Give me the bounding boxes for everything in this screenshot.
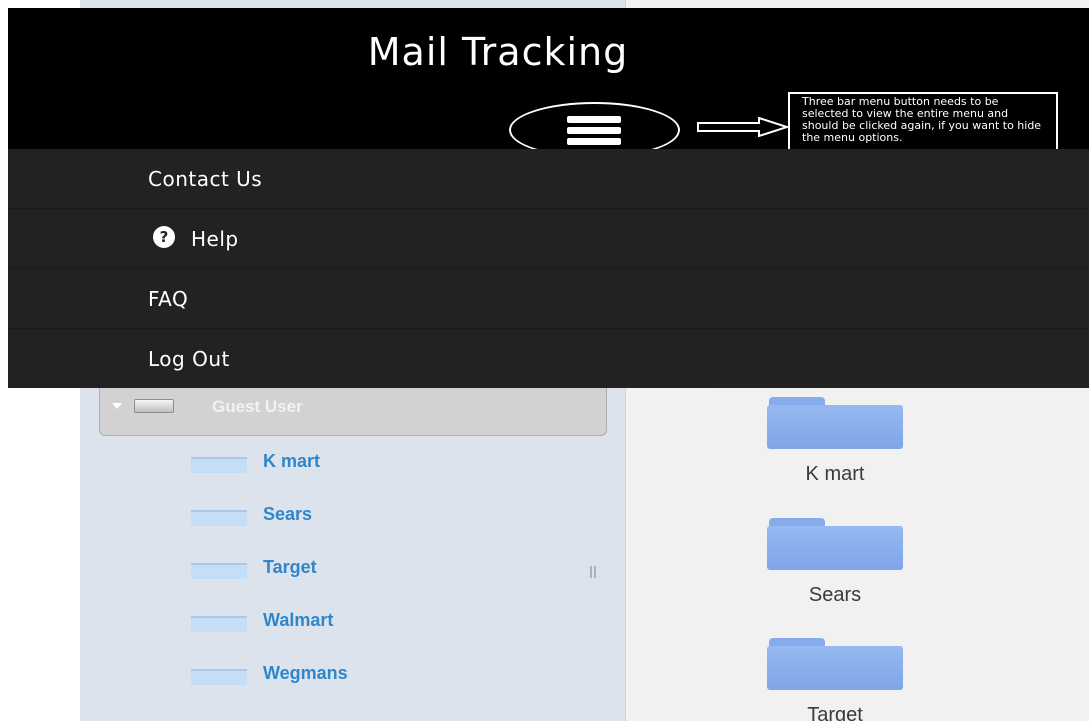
menu-item-contact-us[interactable]: Contact Us	[8, 149, 1089, 209]
hamburger-menu-icon	[567, 116, 621, 123]
menu-item-log-out[interactable]: Log Out	[8, 329, 1089, 389]
tree-item-label: Walmart	[263, 610, 334, 630]
tree-item-target[interactable]: Target	[191, 555, 511, 585]
tree-item-kmart[interactable]: K mart	[191, 449, 511, 479]
folder-icon	[191, 616, 247, 632]
folder-tile-label: Target	[807, 704, 863, 721]
splitter-grip-icon[interactable]	[590, 566, 596, 578]
menu-item-faq[interactable]: FAQ	[8, 269, 1089, 329]
drive-icon	[134, 399, 174, 413]
folder-icon	[191, 457, 247, 473]
folder-icon	[191, 563, 247, 579]
page-title: Mail Tracking	[367, 30, 629, 74]
help-icon: ?	[153, 226, 175, 248]
annotation-arrow-icon	[697, 117, 789, 137]
menu-item-label: Help	[191, 227, 239, 251]
menu-item-label: FAQ	[148, 287, 189, 311]
folder-tile-label: K mart	[805, 463, 865, 485]
folder-tile-label: Sears	[808, 584, 862, 606]
dropdown-menu: Contact Us ? Help FAQ Log Out	[8, 149, 1089, 388]
tree-item-label: K mart	[263, 451, 321, 471]
menu-item-help[interactable]: ? Help	[8, 209, 1089, 269]
folder-icon	[191, 669, 247, 685]
tree-item-label: Target	[263, 557, 317, 577]
menu-item-label: Log Out	[148, 347, 230, 371]
folder-icon	[191, 510, 247, 526]
menu-item-label: Contact Us	[148, 167, 263, 191]
expand-caret-icon[interactable]	[112, 403, 122, 409]
tree-root-label: Guest User	[212, 397, 303, 416]
callout-text: Three bar menu button needs to be select…	[802, 95, 1042, 144]
tree-item-sears[interactable]: Sears	[191, 502, 511, 532]
tree-item-walmart[interactable]: Walmart	[191, 608, 511, 638]
tree-item-wegmans[interactable]: Wegmans	[191, 661, 511, 691]
tree-item-label: Sears	[263, 504, 313, 524]
tree-item-label: Wegmans	[263, 663, 348, 683]
